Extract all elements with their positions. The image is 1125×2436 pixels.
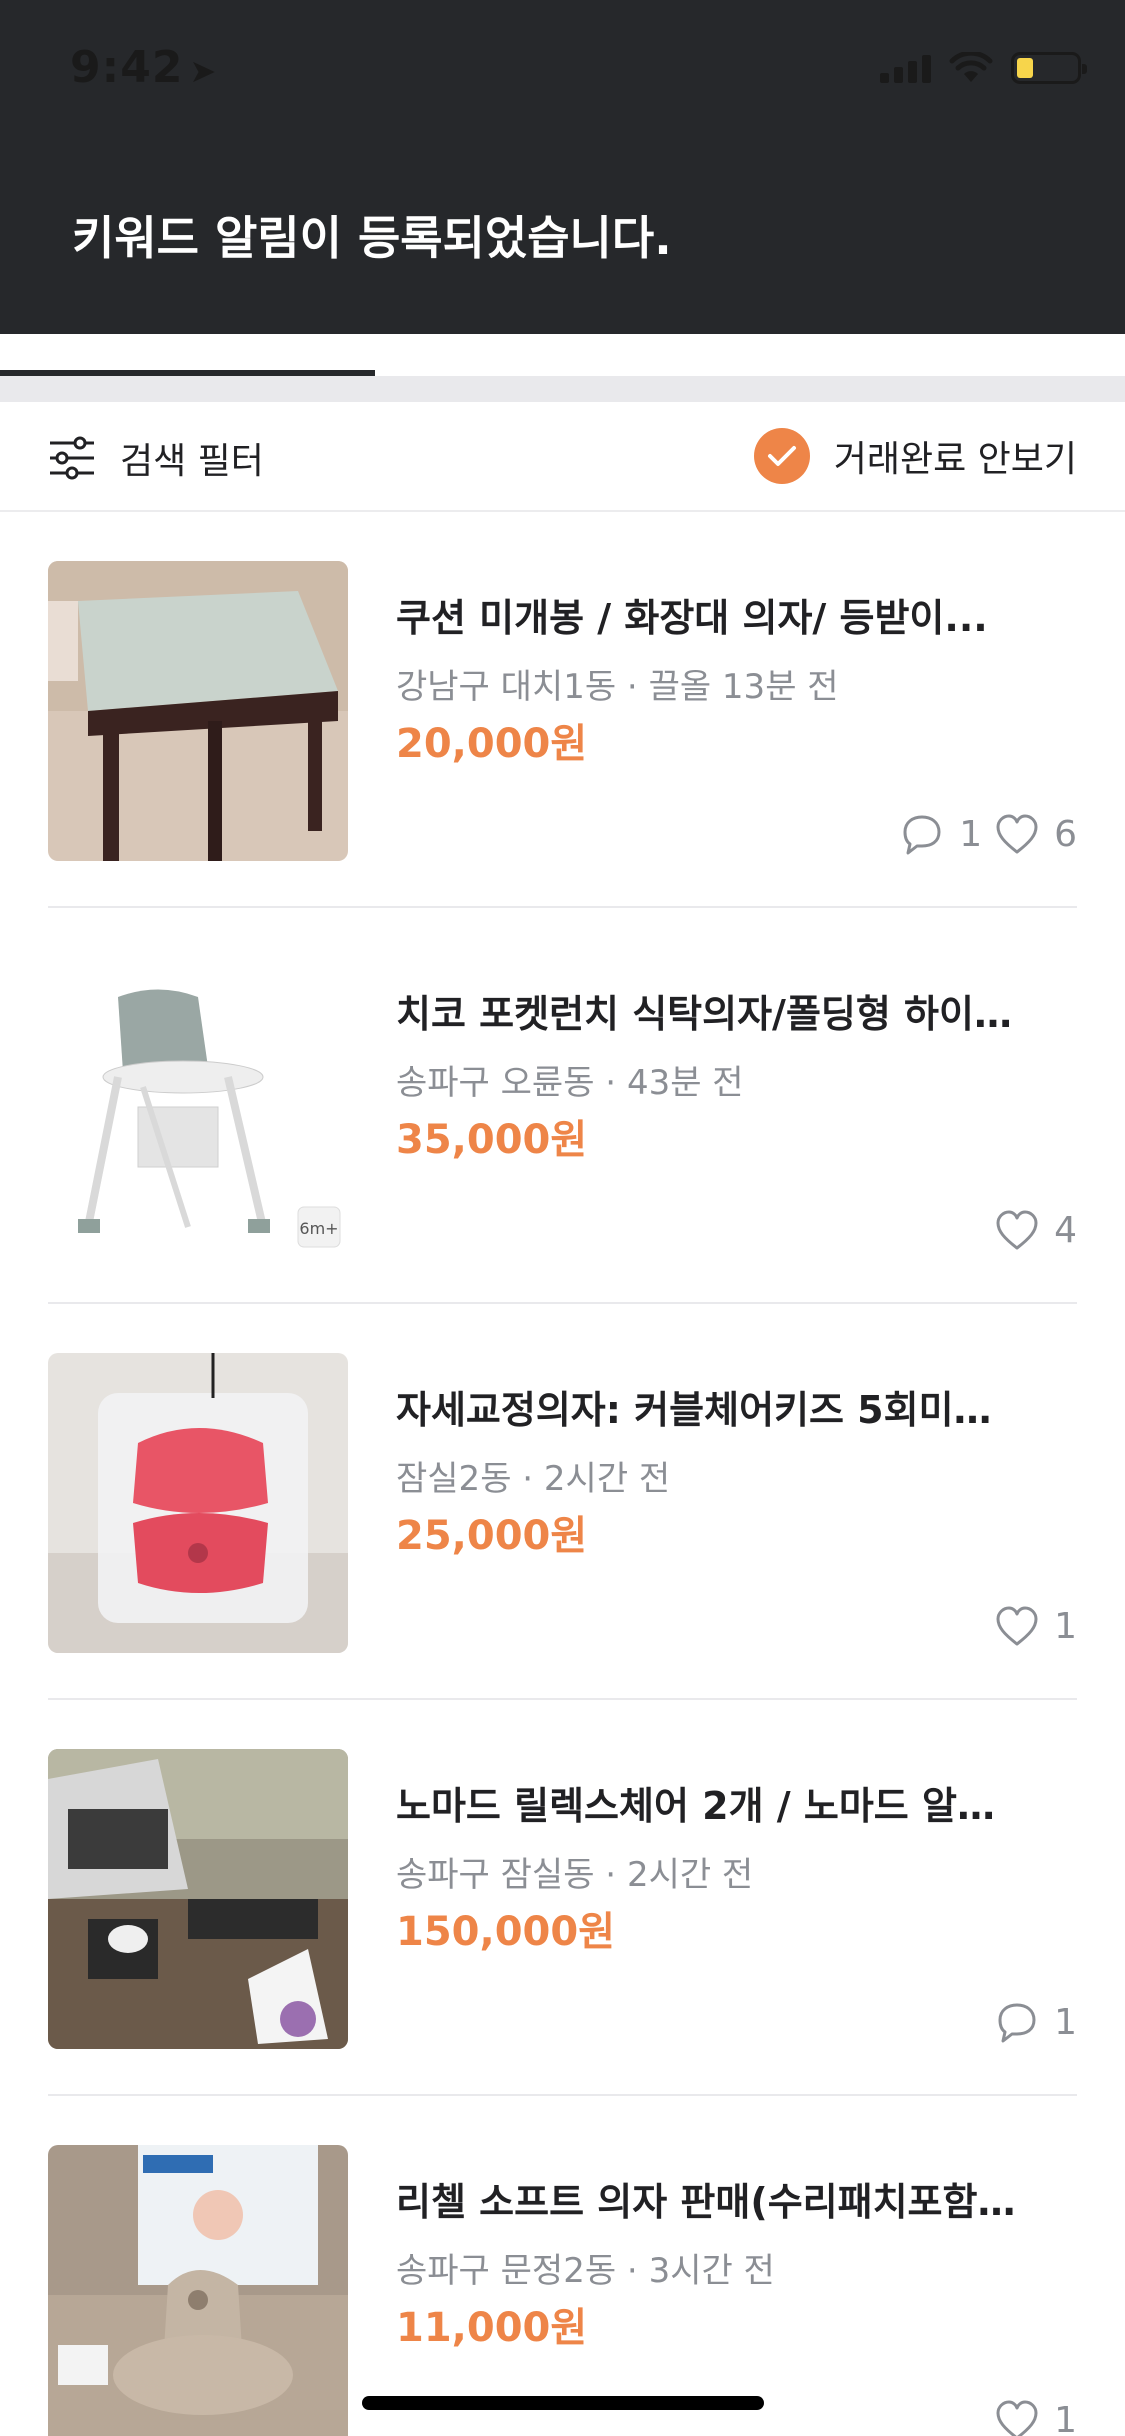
age-badge: 6m+ — [299, 1219, 338, 1238]
product-thumbnail — [48, 2145, 348, 2436]
heart-icon — [996, 814, 1038, 854]
status-icons — [880, 52, 1087, 84]
product-thumbnail: 6m+ — [48, 957, 348, 1257]
item-info: 노마드 릴렉스체어 2개 / 노마드 알… 송파구 잠실동 · 2시간 전 15… — [396, 1778, 1077, 1960]
item-info: 자세교정의자: 커블체어키즈 5회미… 잠실2동 · 2시간 전 25,000원 — [396, 1382, 1077, 1564]
item-meta: 송파구 오륜동 · 43분 전 — [396, 1063, 744, 1103]
list-item[interactable]: 자세교정의자: 커블체어키즈 5회미… 잠실2동 · 2시간 전 25,000원… — [48, 1304, 1077, 1700]
product-list: 쿠션 미개봉 / 화장대 의자/ 등받이... 강남구 대치1동 · 끌올 13… — [0, 512, 1125, 2436]
hide-completed-toggle[interactable]: 거래완료 안보기 — [753, 428, 1077, 484]
item-meta: 송파구 잠실동 · 2시간 전 — [396, 1855, 754, 1895]
item-title: 노마드 릴렉스체어 2개 / 노마드 알… — [396, 1784, 995, 1828]
item-title: 쿠션 미개봉 / 화장대 의자/ 등받이... — [396, 596, 988, 640]
item-info: 치코 포켓런치 식탁의자/폴딩형 하이… 송파구 오륜동 · 43분 전 35,… — [396, 986, 1077, 1168]
item-meta: 강남구 대치1동 · 끌올 13분 전 — [396, 667, 839, 707]
item-title: 리첼 소프트 의자 판매(수리패치포함… — [396, 2180, 1016, 2224]
chat-count: 1 — [899, 812, 982, 856]
item-title: 치코 포켓런치 식탁의자/폴딩형 하이… — [396, 992, 1012, 1036]
cellular-signal-icon — [880, 53, 931, 83]
item-info: 리첼 소프트 의자 판매(수리패치포함… 송파구 문정2동 · 3시간 전 11… — [396, 2174, 1077, 2356]
sliders-icon — [50, 436, 94, 480]
like-count: 4 — [994, 1208, 1077, 1252]
toast-banner[interactable]: 9:42 ➤ 키워드 알림이 등록되었습니다. — [0, 0, 1125, 334]
battery-icon — [1011, 52, 1087, 84]
search-filter-button[interactable]: 검색 필터 — [48, 432, 264, 484]
item-price: 25,000원 — [396, 1513, 588, 1559]
heart-icon — [996, 1210, 1038, 1250]
item-price: 35,000원 — [396, 1117, 588, 1163]
like-count: 1 — [994, 2398, 1077, 2436]
chat-icon — [903, 815, 941, 855]
section-divider — [0, 376, 1125, 402]
item-title: 자세교정의자: 커블체어키즈 5회미… — [396, 1388, 992, 1432]
list-item[interactable]: 리첼 소프트 의자 판매(수리패치포함… 송파구 문정2동 · 3시간 전 11… — [48, 2096, 1077, 2436]
chat-icon — [998, 2003, 1036, 2043]
home-indicator[interactable] — [362, 2396, 764, 2410]
item-price: 20,000원 — [396, 721, 588, 767]
item-price: 150,000원 — [396, 1909, 615, 1955]
item-counts: 1 — [994, 2398, 1077, 2436]
location-arrow-icon: ➤ — [189, 52, 218, 90]
product-thumbnail — [48, 1749, 348, 2049]
product-thumbnail — [48, 561, 348, 861]
item-meta: 잠실2동 · 2시간 전 — [396, 1459, 671, 1499]
product-thumbnail — [48, 1353, 348, 1653]
chat-count: 1 — [994, 2000, 1077, 2044]
item-counts: 1 — [994, 1604, 1077, 1648]
like-count: 1 — [994, 1604, 1077, 1648]
toast-message: 키워드 알림이 등록되었습니다. — [72, 211, 672, 265]
like-count: 6 — [994, 812, 1077, 856]
list-item[interactable]: 쿠션 미개봉 / 화장대 의자/ 등받이... 강남구 대치1동 · 끌올 13… — [48, 512, 1077, 908]
item-info: 쿠션 미개봉 / 화장대 의자/ 등받이... 강남구 대치1동 · 끌올 13… — [396, 590, 1077, 772]
check-icon — [753, 428, 810, 484]
list-item[interactable]: 노마드 릴렉스체어 2개 / 노마드 알… 송파구 잠실동 · 2시간 전 15… — [48, 1700, 1077, 2096]
heart-icon — [996, 1606, 1038, 1646]
item-counts: 1 — [994, 2000, 1077, 2044]
item-meta: 송파구 문정2동 · 3시간 전 — [396, 2251, 775, 2291]
status-time: 9:42 ➤ — [70, 42, 218, 93]
filter-row: 검색 필터 거래완료 안보기 — [0, 402, 1125, 512]
wifi-icon — [949, 52, 993, 82]
heart-icon — [996, 2400, 1038, 2436]
item-counts: 1 6 — [899, 812, 1077, 856]
hide-completed-label: 거래완료 안보기 — [833, 439, 1077, 480]
item-price: 11,000원 — [396, 2305, 588, 2351]
search-filter-label: 검색 필터 — [120, 441, 264, 482]
item-counts: 4 — [994, 1208, 1077, 1252]
list-item[interactable]: 6m+ 치코 포켓런치 식탁의자/폴딩형 하이… 송파구 오륜동 · 43분 전… — [48, 908, 1077, 1304]
